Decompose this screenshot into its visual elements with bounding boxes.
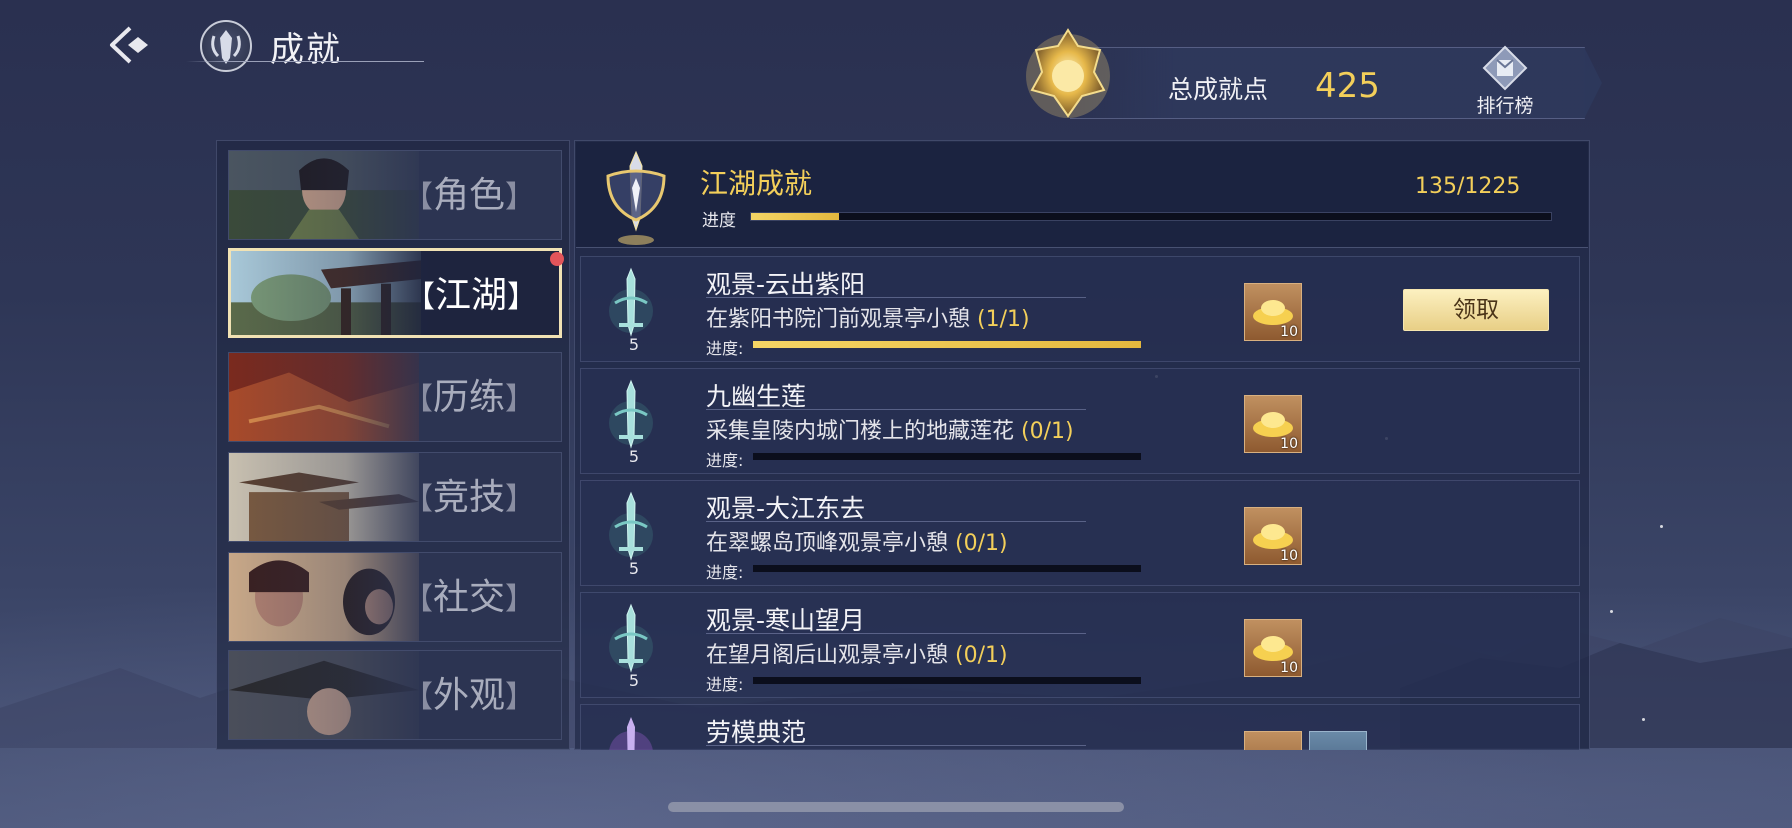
category-tab-social[interactable]: 【社交】 [228, 552, 562, 642]
notification-dot [550, 252, 564, 266]
leaderboard-label: 排行榜 [1476, 95, 1534, 117]
points-panel-arrow [1584, 47, 1602, 119]
gold-ingot-reward[interactable] [1244, 731, 1302, 750]
category-tab-training[interactable]: 【历练】 [228, 352, 562, 442]
star [1660, 525, 1663, 528]
back-button[interactable] [108, 24, 156, 66]
leaderboard-icon [1482, 45, 1528, 91]
star [1610, 610, 1613, 613]
achievement-name: 劳模典范 [706, 718, 807, 747]
category-label: 【角色】 [402, 175, 535, 216]
purple-badge-icon [609, 717, 653, 750]
category-label: 【江湖】 [404, 275, 537, 316]
star [1642, 718, 1645, 721]
category-label: 【社交】 [402, 577, 535, 618]
category-label: 【竞技】 [402, 477, 535, 518]
category-tab-arena[interactable]: 【竞技】 [228, 452, 562, 542]
category-tab-appearance[interactable]: 【外观】 [228, 650, 562, 740]
category-tab-role[interactable]: 【角色】 [228, 150, 562, 240]
category-tab-jianghu[interactable]: 【江湖】 [228, 248, 562, 338]
title-underline [186, 61, 424, 62]
list-clip: 劳模典范 [574, 140, 1590, 750]
category-label: 【外观】 [402, 675, 535, 716]
achievement-emblem-icon [200, 20, 252, 72]
total-points-value: 425 [1315, 66, 1380, 106]
gold-medal-icon [1020, 20, 1116, 124]
back-arrow-icon [110, 26, 148, 64]
home-indicator[interactable] [668, 802, 1124, 812]
category-label: 【历练】 [402, 377, 535, 418]
total-points-label: 总成就点 [1168, 75, 1269, 104]
leaderboard-button[interactable]: 排行榜 [1465, 45, 1545, 117]
page-title: 成就 [270, 30, 342, 70]
achievement-row: 劳模典范 [580, 704, 1580, 750]
flag-reward[interactable] [1309, 731, 1367, 750]
row-divider [706, 745, 1086, 746]
